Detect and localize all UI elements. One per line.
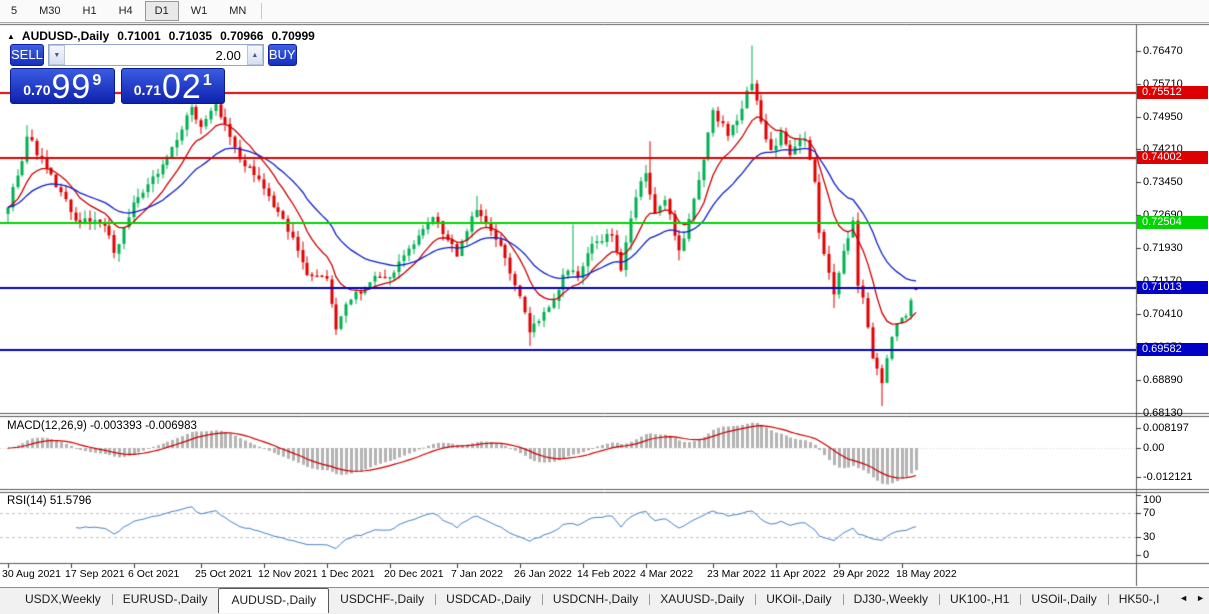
sell-price-sup: 9 [92,72,101,90]
one-click-trade-panel: SELL ▼ ▲ BUY 0.70 99 9 0.71 02 1 [10,44,225,104]
tab-scroll-left-icon[interactable]: ◄ [1179,593,1188,603]
timeframe-button-h4[interactable]: H4 [109,1,143,21]
tab-usdx-weekly[interactable]: USDX,Weekly [14,589,112,609]
tab-audusd-daily[interactable]: AUDUSD-,Daily [218,588,329,613]
buy-price-button[interactable]: 0.71 02 1 [121,68,226,104]
sell-price-button[interactable]: 0.70 99 9 [10,68,115,104]
tab-uk100-h1[interactable]: UK100-,H1 [939,589,1020,609]
buy-button[interactable]: BUY [268,44,297,66]
tab-usoil-daily[interactable]: USOil-,Daily [1020,589,1107,609]
tab-xauusd-daily[interactable]: XAUUSD-,Daily [649,589,755,609]
volume-increase-icon[interactable]: ▲ [247,45,263,65]
timeframe-button-m30[interactable]: M30 [29,1,70,21]
tab-hk50-i[interactable]: HK50-,I [1108,589,1171,609]
tab-scroll-controls: ◄ ► [1179,593,1205,603]
tab-dj30-weekly[interactable]: DJ30-,Weekly [843,589,939,609]
tab-usdcad-daily[interactable]: USDCAD-,Daily [435,589,542,609]
timeframe-button-h1[interactable]: H1 [73,1,107,21]
toolbar-separator [261,3,262,19]
buy-price-big: 02 [162,73,202,102]
timeframe-button-5[interactable]: 5 [1,1,27,21]
tab-scroll-right-icon[interactable]: ► [1196,593,1205,603]
volume-spinner: ▼ ▲ [48,44,264,66]
tab-usdchf-daily[interactable]: USDCHF-,Daily [329,589,435,609]
chart-tab-bar: USDX,WeeklyEURUSD-,DailyAUDUSD-,DailyUSD… [0,587,1209,614]
timeframe-button-d1[interactable]: D1 [145,1,179,21]
tab-ukoil-daily[interactable]: UKOil-,Daily [755,589,842,609]
volume-input[interactable] [65,45,247,65]
sell-price-big: 99 [52,73,92,102]
sell-price-prefix: 0.70 [23,82,50,98]
sell-button[interactable]: SELL [10,44,44,66]
timeframe-button-w1[interactable]: W1 [181,1,218,21]
timeframe-toolbar: 5M30H1H4D1W1MN [0,0,1209,23]
volume-decrease-icon[interactable]: ▼ [49,45,65,65]
tab-usdcnh-daily[interactable]: USDCNH-,Daily [542,589,649,609]
tab-eurusd-daily[interactable]: EURUSD-,Daily [112,589,219,609]
buy-price-prefix: 0.71 [134,82,161,98]
buy-price-sup: 1 [203,72,212,90]
timeframe-button-mn[interactable]: MN [219,1,256,21]
